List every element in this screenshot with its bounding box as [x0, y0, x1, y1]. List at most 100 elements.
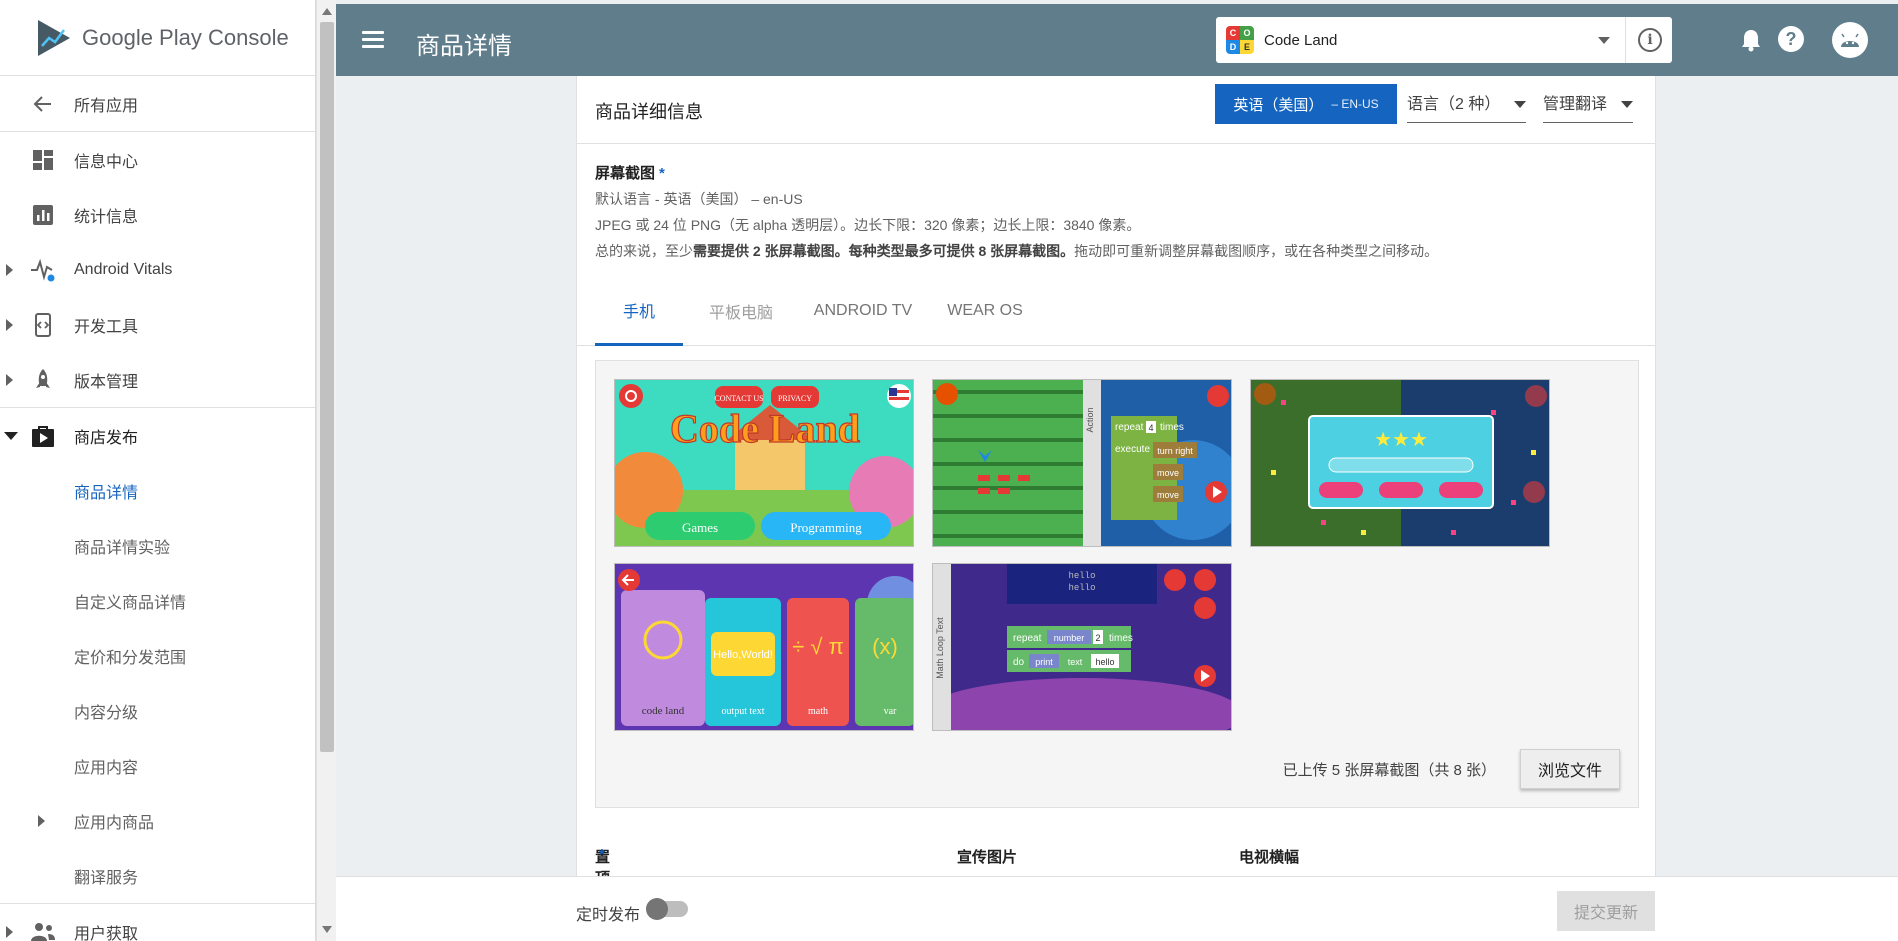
dashboard-icon [30, 147, 56, 173]
svg-text:output text: output text [721, 706, 764, 717]
svg-text:hello: hello [1068, 583, 1095, 593]
brand-logo[interactable]: Google Play Console [0, 0, 315, 76]
screenshot-gallery: CONTACT US PRIVACY Code Land Games Progr… [595, 360, 1639, 808]
svg-text:PRIVACY: PRIVACY [778, 394, 812, 403]
expand-caret-icon[interactable] [6, 263, 13, 276]
sidebar-item-android-vitals[interactable]: Android Vitals [0, 242, 315, 297]
tab-phone[interactable]: 手机 [595, 276, 683, 346]
sidebar-subitem-pricing-distribution[interactable]: 定价和分发范围 [0, 628, 315, 683]
svg-text:print: print [1035, 657, 1053, 667]
upload-count-status: 已上传 5 张屏幕截图（共 8 张） [1282, 762, 1496, 779]
tab-android-tv[interactable]: ANDROID TV [803, 276, 923, 346]
app-name: Code Land [1264, 31, 1338, 49]
expand-caret-icon[interactable] [6, 373, 13, 386]
svg-text:÷ √ π: ÷ √ π [792, 634, 844, 659]
svg-text:var: var [884, 706, 897, 717]
sidebar-subitem-app-content[interactable]: 应用内容 [0, 738, 315, 793]
tab-tablet[interactable]: 平板电脑 [691, 276, 791, 346]
sidebar-subitem-store-listing[interactable]: 商品详情 [0, 463, 315, 518]
svg-text:text: text [1068, 657, 1083, 667]
svg-text:number: number [1054, 633, 1085, 643]
screenshot-2[interactable]: Action repeat 4 times execute turn right… [932, 379, 1232, 547]
svg-text:Code Land: Code Land [670, 406, 860, 451]
svg-text:turn right: turn right [1157, 446, 1193, 456]
screenshot-1[interactable]: CONTACT US PRIVACY Code Land Games Progr… [614, 379, 914, 547]
screenshots-title: 屏幕截图 * [595, 165, 665, 182]
sidebar-subitem-translation-service[interactable]: 翻译服务 [0, 848, 315, 903]
chevron-down-icon [1514, 101, 1527, 109]
svg-text:Math Loop Text: Math Loop Text [935, 617, 945, 679]
sidebar-subitem-listing-experiments[interactable]: 商品详情实验 [0, 518, 315, 573]
app-icon: CODE [1226, 26, 1254, 54]
svg-text:execute: execute [1115, 444, 1150, 455]
card-header: 商品详细信息 英语（美国） – EN-US 语言（2 种） 管理翻译 [577, 76, 1655, 144]
help-icon[interactable]: ? [1778, 26, 1804, 52]
sidebar-item-dashboard[interactable]: 信息中心 [0, 132, 315, 187]
expand-caret-icon[interactable] [6, 925, 13, 938]
svg-text:Action: Action [1085, 407, 1095, 432]
tv-banner-label: 电视横幅 [1239, 849, 1300, 866]
svg-text:hello: hello [1068, 571, 1095, 581]
svg-text:code land: code land [642, 705, 685, 717]
info-icon[interactable]: i [1638, 28, 1662, 52]
avatar[interactable] [1832, 22, 1868, 58]
sidebar-subitem-in-app-products[interactable]: 应用内商品 [0, 793, 315, 848]
chevron-down-icon [1598, 37, 1610, 44]
arrow-back-icon [30, 91, 56, 117]
svg-text:2: 2 [1095, 633, 1100, 643]
collapse-caret-icon[interactable] [4, 431, 18, 440]
chevron-down-icon [1621, 101, 1634, 109]
scheduled-publishing-toggle[interactable] [646, 898, 688, 920]
sidebar-subitem-content-rating[interactable]: 内容分级 [0, 683, 315, 738]
graphic-assets-labels: 置顶大图* 宣传图片 电视横幅 [595, 846, 1300, 929]
default-language-note: 默认语言 - 英语（美国） – en-US [595, 191, 803, 207]
device-tabs: 手机 平板电脑 ANDROID TV WEAR OS [577, 276, 1655, 346]
scrollbar-thumb[interactable] [320, 22, 334, 752]
vitals-icon [30, 257, 56, 283]
sidebar: Google Play Console 所有应用 信息中心 统计信息 Andro… [0, 0, 316, 941]
scroll-up-arrow-icon[interactable] [322, 8, 332, 15]
screenshot-5[interactable]: Math Loop Text hello hello repeat number… [932, 563, 1232, 731]
screenshot-3[interactable]: ★★★ [1250, 379, 1550, 547]
expand-caret-icon[interactable] [6, 318, 13, 331]
screenshot-5-image: Math Loop Text hello hello repeat number… [933, 564, 1231, 730]
sidebar-item-store-presence[interactable]: 商店发布 [0, 408, 315, 463]
tab-wear-os[interactable]: WEAR OS [935, 276, 1035, 346]
card-title: 商品详细信息 [595, 102, 703, 122]
svg-text:Games: Games [682, 520, 718, 535]
scroll-down-arrow-icon[interactable] [322, 926, 332, 933]
languages-dropdown[interactable]: 语言（2 种） [1407, 90, 1527, 123]
sidebar-subitem-custom-listings[interactable]: 自定义商品详情 [0, 573, 315, 628]
svg-text:hello: hello [1095, 657, 1114, 667]
footer-bar: 定时发布 提交更新 [336, 876, 1898, 941]
sidebar-item-statistics[interactable]: 统计信息 [0, 187, 315, 242]
page-title: 商品详情 [416, 33, 512, 60]
sidebar-item-user-acquisition[interactable]: 用户获取 [0, 904, 315, 941]
app-selector[interactable]: CODE Code Land i [1216, 17, 1672, 63]
sidebar-scrollbar[interactable] [316, 0, 336, 941]
store-icon [30, 423, 56, 449]
expand-caret-icon[interactable] [38, 814, 45, 827]
browse-files-button[interactable]: 浏览文件 [1520, 749, 1620, 789]
svg-text:times: times [1109, 633, 1133, 644]
back-to-all-apps[interactable]: 所有应用 [0, 76, 315, 131]
screenshot-1-image: CONTACT US PRIVACY Code Land Games Progr… [615, 380, 913, 546]
sidebar-item-release-management[interactable]: 版本管理 [0, 352, 315, 407]
format-note: JPEG 或 24 位 PNG（无 alpha 透明层）。边长下限：320 像素… [595, 217, 1141, 233]
rocket-icon [30, 367, 56, 393]
submit-update-button[interactable]: 提交更新 [1557, 891, 1655, 931]
sidebar-item-dev-tools[interactable]: 开发工具 [0, 297, 315, 352]
svg-text:move: move [1157, 468, 1179, 478]
svg-text:Programming: Programming [790, 520, 862, 535]
manage-translations-dropdown[interactable]: 管理翻译 [1543, 90, 1634, 123]
notifications-bell-icon[interactable] [1740, 28, 1762, 52]
screenshot-4-image: code land Hello,World! output text ÷ √ π… [615, 564, 913, 730]
screenshot-4[interactable]: code land Hello,World! output text ÷ √ π… [614, 563, 914, 731]
promo-graphic-label: 宣传图片 [957, 849, 1018, 866]
dev-tools-icon [30, 312, 56, 338]
menu-icon[interactable] [362, 31, 384, 49]
play-console-logo-icon [38, 19, 70, 56]
default-language-button[interactable]: 英语（美国） – EN-US [1215, 84, 1397, 124]
bar-chart-icon [30, 202, 56, 228]
android-icon [1841, 33, 1859, 47]
